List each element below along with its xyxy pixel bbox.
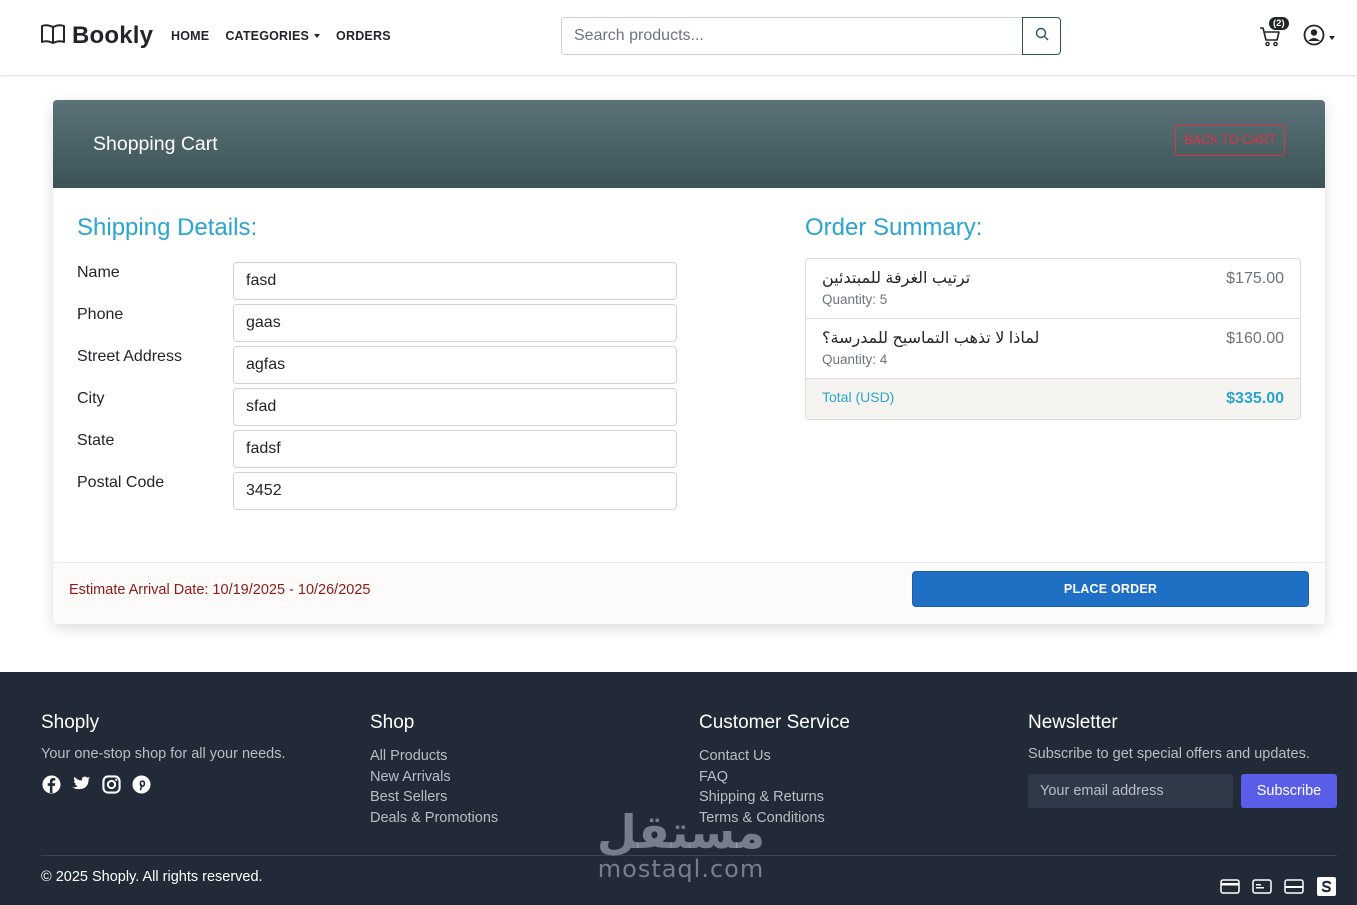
payment-icons [1219,876,1337,896]
city-field[interactable] [233,388,677,426]
newsletter-text: Subscribe to get special offers and upda… [1028,746,1310,762]
card-header: Shopping Cart BACK TO CART [53,100,1325,188]
card-details-icon [1251,877,1273,895]
footer-newsletter: Newsletter Subscribe to get special offe… [1028,712,1337,808]
item-price: $160.00 [1226,330,1284,347]
cart-button[interactable]: (2) [1258,17,1289,48]
checkout-card: Shopping Cart BACK TO CART Shipping Deta… [53,100,1325,624]
footer-about: Shoply Your one-stop shop for all your n… [41,712,286,794]
nav-links: HOME CATEGORIES ORDERS [171,29,391,43]
item-price: $175.00 [1226,270,1284,287]
form-row-state: State [77,430,677,468]
nav-orders[interactable]: ORDERS [336,29,391,43]
instagram-icon[interactable] [101,774,121,794]
field-label: Street Address [77,348,182,365]
brand-name: Bookly [72,22,154,49]
back-to-cart-button[interactable]: BACK TO CART [1175,124,1285,156]
search-bar [561,17,1061,55]
book-icon [40,23,66,50]
user-menu[interactable] [1303,24,1335,51]
footer-tagline: Your one-stop shop for all your needs. [41,746,286,762]
subscribe-button[interactable]: Subscribe [1241,774,1337,808]
search-button[interactable] [1022,17,1061,55]
field-label: State [77,432,115,449]
footer-shop: Shop All Products New Arrivals Best Sell… [370,712,498,828]
footer-link-shipping[interactable]: Shipping & Returns [699,787,850,808]
form-row-name: Name [77,262,677,300]
estimated-arrival: Estimate Arrival Date: 10/19/2025 - 10/2… [69,582,371,598]
pinterest-icon[interactable] [131,774,151,794]
form-row-phone: Phone [77,304,677,342]
caret-down-icon [314,34,321,38]
state-field[interactable] [233,430,677,468]
newsletter-form: Subscribe [1028,774,1337,808]
footer-shop-title: Shop [370,712,415,733]
footer-link-all-products[interactable]: All Products [370,746,498,767]
place-order-button[interactable]: PLACE ORDER [912,571,1309,607]
site-footer: Shoply Your one-stop shop for all your n… [0,672,1357,905]
card-footer: Estimate Arrival Date: 10/19/2025 - 10/2… [53,562,1325,624]
form-row-city: City [77,388,677,426]
credit-card-icon [1219,877,1241,895]
form-row-street: Street Address [77,346,677,384]
field-label: Name [77,264,120,281]
navbar: Bookly HOME CATEGORIES ORDERS (2) [0,0,1357,76]
social-links [41,774,286,794]
footer-link-contact[interactable]: Contact Us [699,746,850,767]
nav-categories-label: CATEGORIES [225,29,310,43]
facebook-icon[interactable] [41,774,61,794]
nav-categories[interactable]: CATEGORIES [225,29,321,43]
item-quantity: Quantity: 4 [822,352,888,367]
cart-count-badge: (2) [1269,17,1289,30]
footer-customer-service: Customer Service Contact Us FAQ Shipping… [699,712,850,828]
newsletter-email-field[interactable] [1028,774,1233,808]
shipping-details-title: Shipping Details: [77,214,258,241]
caret-down-icon [1329,35,1335,40]
search-input[interactable] [561,17,1022,55]
search-icon [1035,27,1049,46]
footer-link-new-arrivals[interactable]: New Arrivals [370,767,498,788]
page-title: Shopping Cart [93,133,218,155]
footer-link-best-sellers[interactable]: Best Sellers [370,787,498,808]
field-label: Phone [77,306,124,323]
copyright: © 2025 Shoply. All rights reserved. [41,869,263,885]
nav-home[interactable]: HOME [171,29,209,43]
item-name: ترتيب الغرفة للمبتدئين [822,270,971,287]
item-name: لماذا لا تذهب التماسيح للمدرسة؟ [822,330,1040,347]
footer-service-title: Customer Service [699,712,850,733]
item-quantity: Quantity: 5 [822,292,888,307]
phone-field[interactable] [233,304,677,342]
summary-total: Total (USD) $335.00 [806,379,1300,419]
field-label: Postal Code [77,474,165,491]
footer-link-deals[interactable]: Deals & Promotions [370,808,498,829]
stripe-icon [1315,876,1337,896]
order-summary: ترتيب الغرفة للمبتدئين Quantity: 5 $175.… [805,258,1301,420]
bank-card-icon [1283,877,1305,895]
twitter-icon[interactable] [71,774,91,794]
list-item: ترتيب الغرفة للمبتدئين Quantity: 5 $175.… [806,259,1300,319]
form-row-postal: Postal Code [77,472,677,510]
name-field[interactable] [233,262,677,300]
user-circle-icon [1303,24,1325,51]
footer-brand: Shoply [41,712,100,733]
footer-divider [41,855,1337,856]
footer-link-terms[interactable]: Terms & Conditions [699,808,850,829]
total-value: $335.00 [1226,390,1284,407]
footer-newsletter-title: Newsletter [1028,712,1118,733]
street-address-field[interactable] [233,346,677,384]
order-summary-title: Order Summary: [805,214,983,241]
footer-link-faq[interactable]: FAQ [699,767,850,788]
postal-code-field[interactable] [233,472,677,510]
total-label: Total (USD) [822,389,895,405]
brand-logo[interactable]: Bookly [40,22,153,50]
field-label: City [77,390,105,407]
list-item: لماذا لا تذهب التماسيح للمدرسة؟ Quantity… [806,319,1300,379]
